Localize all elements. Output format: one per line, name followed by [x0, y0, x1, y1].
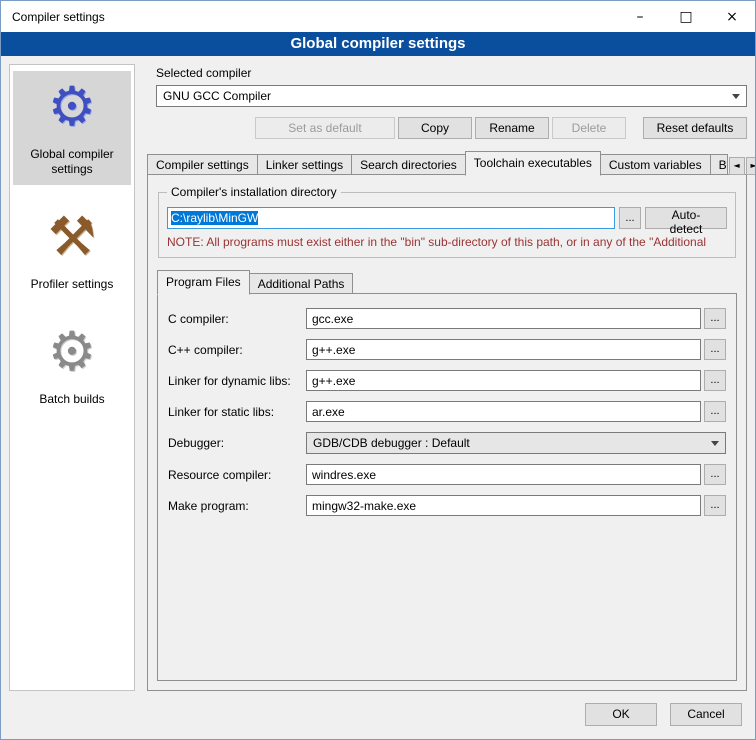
cpp-compiler-input[interactable] [306, 339, 701, 360]
dialog-footer: OK Cancel [1, 699, 755, 739]
dynamic-linker-input[interactable] [306, 370, 701, 391]
close-icon: × [726, 9, 738, 25]
settings-sidebar: ⚙ Global compiler settings ⚒ Profiler se… [9, 64, 135, 691]
make-program-label: Make program: [168, 499, 306, 513]
make-program-input[interactable] [306, 495, 701, 516]
delete-button: Delete [552, 117, 626, 139]
cancel-button[interactable]: Cancel [670, 703, 742, 726]
resource-compiler-input[interactable] [306, 464, 701, 485]
installation-directory-row: C:\raylib\MinGW ... Auto-detect [167, 207, 727, 229]
maximize-icon: □ [679, 9, 692, 25]
chevron-down-icon [711, 441, 719, 446]
form-row-make-program: Make program: ... [168, 495, 726, 516]
installation-directory-group-title: Compiler's installation directory [167, 185, 341, 199]
window-controls: – □ × [617, 1, 755, 32]
tab-custom-variables[interactable]: Custom variables [600, 154, 711, 175]
c-compiler-label: C compiler: [168, 312, 306, 326]
sidebar-item-global-compiler-settings[interactable]: ⚙ Global compiler settings [13, 71, 131, 185]
main-panel: Selected compiler GNU GCC Compiler Set a… [145, 64, 747, 691]
tab-build-options[interactable]: Buil [710, 154, 728, 175]
tab-scroll-right-button[interactable]: ► [746, 157, 756, 175]
compiler-select[interactable]: GNU GCC Compiler [156, 85, 747, 107]
compiler-select-value: GNU GCC Compiler [163, 89, 726, 103]
copy-button[interactable]: Copy [398, 117, 472, 139]
cpp-compiler-label: C++ compiler: [168, 343, 306, 357]
set-as-default-button: Set as default [255, 117, 395, 139]
minimize-icon: – [637, 9, 644, 25]
debugger-select-value: GDB/CDB debugger : Default [313, 436, 705, 450]
arrow-right-icon: ► [751, 161, 756, 170]
program-files-tabstrip: Program Files Additional Paths [157, 270, 737, 294]
reset-defaults-button[interactable]: Reset defaults [643, 117, 747, 139]
toolchain-executables-page: Compiler's installation directory C:\ray… [147, 174, 747, 691]
browse-button[interactable]: ... [704, 495, 726, 516]
debugger-label: Debugger: [168, 436, 306, 450]
rename-button[interactable]: Rename [475, 117, 549, 139]
form-row-debugger: Debugger: GDB/CDB debugger : Default [168, 432, 726, 454]
resource-compiler-label: Resource compiler: [168, 468, 306, 482]
compiler-actions: Set as default Copy Rename Delete Reset … [147, 117, 747, 139]
static-linker-input[interactable] [306, 401, 701, 422]
settings-tabstrip: Compiler settings Linker settings Search… [147, 151, 747, 175]
gear-icon: ⚙ [40, 320, 104, 384]
maximize-button[interactable]: □ [663, 1, 709, 32]
c-compiler-input[interactable] [306, 308, 701, 329]
close-button[interactable]: × [709, 1, 755, 32]
auto-detect-button[interactable]: Auto-detect [645, 207, 727, 229]
browse-button[interactable]: ... [704, 308, 726, 329]
arrow-left-icon: ◄ [734, 161, 740, 170]
sidebar-item-batch-builds[interactable]: ⚙ Batch builds [13, 316, 131, 415]
program-files-page: C compiler: ... C++ compiler: ... Linker… [157, 293, 737, 681]
installation-directory-group: Compiler's installation directory C:\ray… [158, 185, 736, 258]
tab-linker-settings[interactable]: Linker settings [257, 154, 352, 175]
ok-button[interactable]: OK [585, 703, 657, 726]
browse-button[interactable]: ... [704, 370, 726, 391]
browse-button[interactable]: ... [704, 464, 726, 485]
hammer-icon: ⚒ [40, 205, 104, 269]
form-row-cpp-compiler: C++ compiler: ... [168, 339, 726, 360]
chevron-down-icon [732, 94, 740, 99]
browse-button[interactable]: ... [704, 339, 726, 360]
installation-directory-value: C:\raylib\MinGW [171, 211, 258, 225]
tab-compiler-settings[interactable]: Compiler settings [147, 154, 258, 175]
selected-compiler-label: Selected compiler [156, 66, 747, 80]
sidebar-item-label: Batch builds [39, 392, 104, 407]
tab-scroll-left-button[interactable]: ◄ [729, 157, 745, 175]
browse-button[interactable]: ... [619, 207, 641, 229]
form-row-dynamic-linker: Linker for dynamic libs: ... [168, 370, 726, 391]
browse-button[interactable]: ... [704, 401, 726, 422]
window-title: Compiler settings [1, 10, 617, 24]
subtab-program-files[interactable]: Program Files [157, 270, 250, 295]
tab-search-directories[interactable]: Search directories [351, 154, 466, 175]
form-row-static-linker: Linker for static libs: ... [168, 401, 726, 422]
static-linker-label: Linker for static libs: [168, 405, 306, 419]
sidebar-item-label: Global compiler settings [15, 147, 129, 177]
sidebar-item-profiler-settings[interactable]: ⚒ Profiler settings [13, 201, 131, 300]
sidebar-item-label: Profiler settings [31, 277, 114, 292]
compiler-settings-dialog: Compiler settings – □ × Global compiler … [0, 0, 756, 740]
form-row-resource-compiler: Resource compiler: ... [168, 464, 726, 485]
bin-subdirectory-note: NOTE: All programs must exist either in … [167, 235, 727, 249]
dynamic-linker-label: Linker for dynamic libs: [168, 374, 306, 388]
subtab-additional-paths[interactable]: Additional Paths [249, 273, 354, 294]
minimize-button[interactable]: – [617, 1, 663, 32]
tab-scroll-controls: ◄ ► [727, 157, 756, 175]
installation-directory-input[interactable]: C:\raylib\MinGW [167, 207, 615, 229]
tab-toolchain-executables[interactable]: Toolchain executables [465, 151, 601, 176]
dialog-header: Global compiler settings [1, 32, 755, 56]
titlebar: Compiler settings – □ × [1, 1, 755, 32]
form-row-c-compiler: C compiler: ... [168, 308, 726, 329]
dialog-body: ⚙ Global compiler settings ⚒ Profiler se… [1, 56, 755, 699]
debugger-select[interactable]: GDB/CDB debugger : Default [306, 432, 726, 454]
gear-icon: ⚙ [40, 75, 104, 139]
